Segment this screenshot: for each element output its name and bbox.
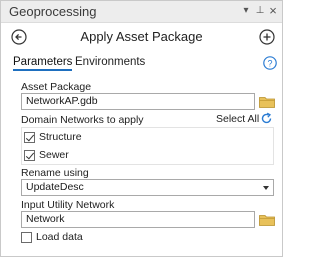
back-arrow-icon[interactable]: [11, 29, 27, 45]
tab-environments[interactable]: Environments: [75, 56, 145, 68]
pane-title-bar: Geoprocessing ▾ ⊥ ×: [1, 1, 282, 23]
rename-using-label: Rename using: [21, 167, 89, 179]
load-data-checkbox[interactable]: [21, 232, 32, 243]
sewer-label: Sewer: [39, 149, 69, 161]
structure-label: Structure: [39, 131, 82, 143]
rename-using-value: UpdateDesc: [26, 181, 84, 193]
load-data-row[interactable]: Load data: [21, 230, 141, 246]
refresh-icon[interactable]: [260, 112, 273, 125]
geoprocessing-pane: Geoprocessing ▾ ⊥ × Apply Asset Package …: [0, 0, 283, 257]
folder-icon[interactable]: [259, 96, 275, 108]
pin-icon[interactable]: ⊥: [253, 3, 267, 19]
help-icon[interactable]: ?: [263, 56, 277, 70]
asset-package-label: Asset Package: [21, 81, 92, 93]
input-utility-network-label: Input Utility Network: [21, 199, 115, 211]
tool-header: Apply Asset Package: [1, 25, 282, 51]
rename-using-select[interactable]: UpdateDesc: [21, 179, 274, 196]
close-icon[interactable]: ×: [266, 3, 280, 19]
pane-menu-icon[interactable]: ▾: [239, 3, 253, 19]
domain-networks-list: Structure Sewer: [21, 127, 274, 165]
load-data-label: Load data: [36, 231, 83, 243]
structure-checkbox[interactable]: [24, 132, 35, 143]
svg-text:?: ?: [267, 58, 272, 68]
domain-networks-label: Domain Networks to apply: [21, 114, 144, 126]
pane-title: Geoprocessing: [9, 4, 97, 19]
tool-title: Apply Asset Package: [80, 29, 203, 44]
tab-parameters[interactable]: Parameters: [13, 56, 73, 71]
chevron-down-icon[interactable]: [263, 186, 269, 190]
sewer-checkbox[interactable]: [24, 150, 35, 161]
input-utility-network-field[interactable]: Network: [21, 211, 255, 228]
add-icon[interactable]: [259, 29, 275, 45]
asset-package-field[interactable]: NetworkAP.gdb: [21, 93, 255, 110]
select-all-link[interactable]: Select All: [216, 113, 259, 125]
folder-icon[interactable]: [259, 214, 275, 226]
